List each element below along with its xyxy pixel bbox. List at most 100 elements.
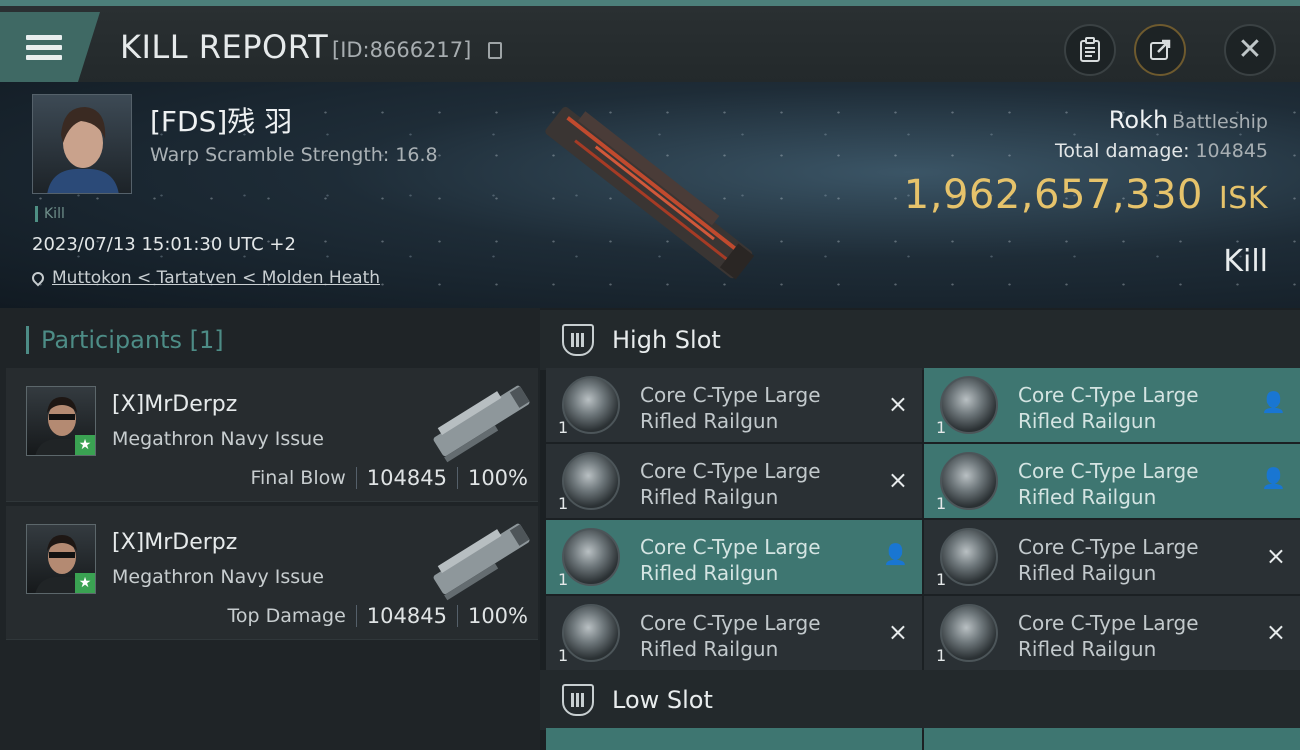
participant-stats: Top Damage 104845 100% [228,604,529,628]
participant-avatar: ★ [26,386,96,456]
kill-tag: Kill [35,206,65,222]
participant-ship: Megathron Navy Issue [112,566,324,588]
participant-percent: 100% [467,466,528,490]
module-name: Core C-Type Large Rifled Railgun [1018,535,1199,585]
location-pin-icon [29,269,47,287]
module-card[interactable]: 1 Core C-Type Large Rifled Railgun 👤 [924,368,1300,442]
fitting-panel: High Slot 1 Core C-Type Large Rifled Rail… [540,308,1300,750]
module-card[interactable]: 1 Core C-Type Large Rifled Railgun × [546,444,922,518]
total-damage: Total damage: 104845 [1055,140,1268,162]
module-name: Core C-Type Large Rifled Railgun [1018,611,1199,661]
page-title: KILL REPORT [120,28,329,66]
export-icon [1150,39,1171,60]
total-damage-label: Total damage: [1055,140,1190,162]
participant-stats: Final Blow 104845 100% [250,466,528,490]
low-slot-label: Low Slot [612,686,713,714]
low-slot-icon [562,684,594,716]
module-card[interactable] [546,728,922,750]
low-slot-header[interactable]: Low Slot [540,670,1300,730]
pilot-avatar [47,107,119,193]
dropped-person-icon: 👤 [1261,466,1286,490]
close-button[interactable]: ✕ [1224,24,1276,76]
participant-card[interactable]: ★ [X]MrDerpz Megathron Navy Issue Final … [6,368,538,502]
report-id: [ID:8666217] [332,38,472,62]
top-bar: KILL REPORT [ID:8666217] ✕ [0,0,1300,82]
railgun-module-icon [562,528,620,586]
export-button[interactable] [1134,24,1186,76]
participant-role: Final Blow [250,467,346,489]
dropped-person-icon: 👤 [1261,390,1286,414]
module-card[interactable]: 1 Core C-Type Large Rifled Railgun 👤 [924,444,1300,518]
warp-scramble-strength: Warp Scramble Strength: 16.8 [150,144,438,166]
menu-button[interactable] [0,12,100,82]
participant-ship-image [433,523,530,601]
railgun-module-icon [562,604,620,662]
participant-ship: Megathron Navy Issue [112,428,324,450]
participant-damage: 104845 [366,466,447,490]
participant-avatar: ★ [26,524,96,594]
module-name: Core C-Type Large Rifled Railgun [640,535,821,585]
participant-name: [X]MrDerpz [112,392,238,417]
divider [355,467,357,489]
module-card[interactable] [924,728,1300,750]
participants-header: Participants [1] [26,326,224,354]
module-quantity: 1 [936,570,947,589]
clipboard-icon [1080,37,1100,62]
dropped-person-icon: 👤 [883,542,908,566]
total-damage-value: 104845 [1195,140,1268,162]
high-slot-icon [562,324,594,356]
victim-summary: [FDS]残 羽 Warp Scramble Strength: 16.8 Ki… [0,82,1300,308]
destroyed-x-icon: × [887,618,908,646]
module-quantity: 1 [936,646,947,665]
star-badge-icon: ★ [75,435,95,455]
star-badge-icon: ★ [75,573,95,593]
destroyed-x-icon: × [887,466,908,494]
module-name: Core C-Type Large Rifled Railgun [640,459,821,509]
railgun-module-icon [940,376,998,434]
victim-ship-image[interactable] [520,96,780,286]
participant-role: Top Damage [227,605,346,627]
module-name: Core C-Type Large Rifled Railgun [640,383,821,433]
participant-name: [X]MrDerpz [112,530,238,555]
divider [355,605,357,627]
victim-name[interactable]: [FDS]残 羽 [150,100,292,140]
location-link[interactable]: Muttokon < Tartatven < Molden Heath [52,268,380,288]
high-slot-label: High Slot [612,326,721,354]
module-card[interactable]: 1 Core C-Type Large Rifled Railgun × [546,596,922,670]
participants-panel: Participants [1] ★ [X]MrDerpz Megathron … [0,308,540,750]
participant-percent: 100% [467,604,528,628]
ship-name: Rokh [1108,106,1169,134]
module-card[interactable]: 1 Core C-Type Large Rifled Railgun × [924,520,1300,594]
module-quantity: 1 [558,570,569,589]
railgun-module-icon [940,528,998,586]
railgun-module-icon [940,604,998,662]
result-label: Kill [1223,244,1268,279]
module-card[interactable]: 1 Core C-Type Large Rifled Railgun × [924,596,1300,670]
module-name: Core C-Type Large Rifled Railgun [1018,383,1199,433]
module-card[interactable]: 1 Core C-Type Large Rifled Railgun 👤 [546,520,922,594]
divider [456,467,458,489]
victim-portrait[interactable] [32,94,132,194]
module-quantity: 1 [558,418,569,437]
participant-damage: 104845 [366,604,447,628]
destroyed-x-icon: × [887,390,908,418]
hamburger-icon [26,30,62,65]
module-quantity: 1 [558,494,569,513]
copy-icon[interactable] [488,42,502,59]
module-card[interactable]: 1 Core C-Type Large Rifled Railgun × [546,368,922,442]
destroyed-x-icon: × [1265,542,1286,570]
ship-type[interactable]: Rokh Battleship [1109,106,1268,134]
participant-ship-image [433,385,530,463]
isk-value: 1,962,657,330 ISK [904,172,1268,218]
clipboard-button[interactable] [1064,24,1116,76]
divider [456,605,458,627]
module-name: Core C-Type Large Rifled Railgun [640,611,821,661]
location: Muttokon < Tartatven < Molden Heath [29,268,380,288]
high-slot-header[interactable]: High Slot [540,310,1300,370]
destroyed-x-icon: × [1265,618,1286,646]
module-name: Core C-Type Large Rifled Railgun [1018,459,1199,509]
close-icon: ✕ [1237,32,1263,67]
railgun-module-icon [940,452,998,510]
isk-unit: ISK [1218,181,1268,216]
participant-card[interactable]: ★ [X]MrDerpz Megathron Navy Issue Top Da… [6,506,538,640]
